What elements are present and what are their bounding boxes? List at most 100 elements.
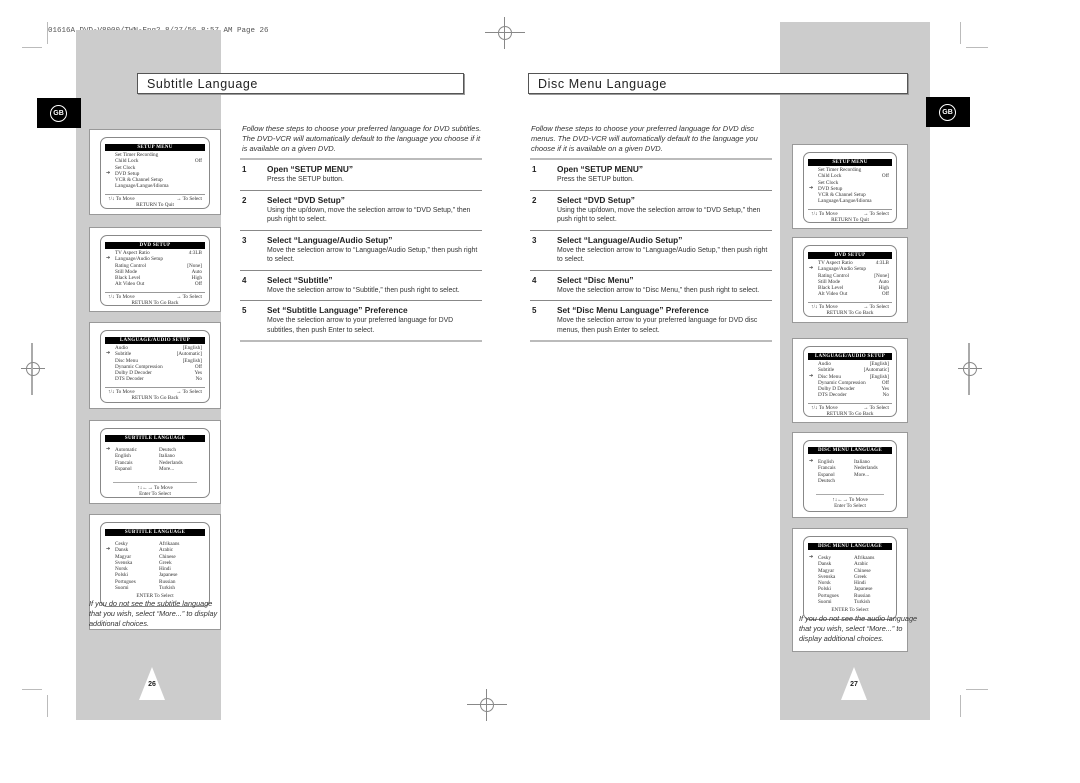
select-hint: → To Select bbox=[176, 293, 202, 300]
menu-row-value: Off bbox=[881, 291, 889, 298]
step-number: 3 bbox=[242, 235, 247, 245]
steps-list: 1 Open “SETUP MENU” Press the SETUP button… bbox=[530, 158, 772, 342]
screenshot-card: DVD SETUPTV Aspect Ratio4:3LBLanguage/Au… bbox=[89, 227, 221, 312]
step-number: 4 bbox=[242, 275, 247, 285]
screen-title: DVD SETUP bbox=[808, 252, 892, 259]
registration-crosshair-icon bbox=[950, 343, 990, 395]
step-body: Using the up/down, move the selection ar… bbox=[267, 206, 471, 224]
step-heading: Set “Disc Menu Language” Preference bbox=[557, 305, 709, 315]
tv-screen: DVD SETUPTV Aspect Ratio4:3LBLanguage/Au… bbox=[803, 245, 897, 317]
step-number: 4 bbox=[532, 275, 537, 285]
return-hint: RETURN To Quit bbox=[831, 217, 869, 224]
crop-mark bbox=[22, 47, 42, 48]
menu-row: DTS Decoder No bbox=[808, 392, 892, 398]
language-option: Turkish bbox=[854, 599, 870, 606]
return-hint: RETURN To Go Back bbox=[826, 310, 874, 317]
language-grid: CeskyAfrikaansDanskArabicMagyarChineseSv… bbox=[808, 551, 892, 607]
tv-screen: SUBTITLE LANGUAGECeskyAfrikaansDanskArab… bbox=[100, 522, 210, 607]
step-item: 4 Select “Subtitle” Move the selection arr… bbox=[240, 271, 482, 301]
step-number: 5 bbox=[242, 306, 247, 315]
divider bbox=[816, 494, 884, 496]
screen-footer: ↑/↓ To Move → To Select RETURN To Quit bbox=[105, 193, 205, 209]
crop-mark bbox=[22, 689, 42, 690]
language-option: Suomi bbox=[818, 599, 832, 606]
gb-icon: GB bbox=[939, 104, 956, 121]
language-grid: AutomaticDeutschEnglishItalianoFrancaisN… bbox=[105, 443, 205, 474]
step-number: 2 bbox=[532, 195, 537, 205]
crop-mark bbox=[960, 695, 961, 717]
menu-row-value: No bbox=[195, 376, 202, 383]
menu-row: Alt Video Out Off bbox=[105, 281, 205, 287]
registration-crosshair-icon bbox=[467, 685, 507, 725]
step-body: Press the SETUP button. bbox=[267, 176, 344, 183]
screen-title: SUBTITLE LANGUAGE bbox=[105, 435, 205, 442]
step-heading: Open “SETUP MENU” bbox=[557, 164, 644, 174]
step-heading: Select “Language/Audio Setup” bbox=[267, 234, 393, 245]
step-number: 1 bbox=[242, 165, 247, 174]
tv-screen: LANGUAGE/AUDIO SETUPAudio[English]Subtit… bbox=[803, 346, 897, 417]
menu-row-value: Off bbox=[194, 281, 202, 288]
screenshot-card: SETUP MENU Set Timer Recording Child Lock O… bbox=[792, 144, 908, 229]
move-hint: ↑/↓ To Move bbox=[108, 195, 135, 202]
screen-title: SUBTITLE LANGUAGE bbox=[105, 529, 205, 536]
tv-screen: SETUP MENU Set Timer Recording Child Lock O… bbox=[803, 152, 897, 223]
enter-hint: ENTER To Select bbox=[831, 607, 869, 614]
move-hint: ↑/↓ To Move bbox=[108, 388, 135, 395]
tv-screen: SUBTITLE LANGUAGEAutomaticDeutschEnglish… bbox=[100, 428, 210, 498]
return-hint: RETURN To Go Back bbox=[826, 411, 874, 418]
step-body: Move the selection arrow to “Disc Menu,”… bbox=[557, 286, 760, 294]
select-hint: → To Select bbox=[176, 195, 202, 202]
step-item: 3 Select “Language/Audio Setup” Move the s… bbox=[240, 231, 482, 271]
intro-text: Follow these steps to choose your prefer… bbox=[531, 124, 758, 153]
crop-mark bbox=[960, 22, 961, 44]
move-hint: ↑/↓ To Move bbox=[108, 293, 135, 300]
step-item: 1 Open “SETUP MENU” Press the SETUP button… bbox=[530, 160, 772, 191]
screen-title: DISC MENU LANGUAGE bbox=[808, 543, 892, 550]
step-heading: Set “Subtitle Language” Preference bbox=[267, 305, 408, 315]
intro-text: Follow these steps to choose your prefer… bbox=[242, 124, 482, 153]
language-option bbox=[854, 478, 890, 484]
step-number: 1 bbox=[532, 165, 537, 174]
step-item: 1 Open “SETUP MENU” Press the SETUP button… bbox=[240, 160, 482, 191]
page-title: Disc Menu Language bbox=[528, 73, 908, 94]
language-option: Turkish bbox=[159, 585, 175, 592]
menu-row-label: DTS Decoder bbox=[115, 376, 144, 383]
screen-footer: ↑/↓ To Move → To Select RETURN To Go Back bbox=[808, 301, 892, 317]
language-grid: EnglishItalianoFrancaisNederlandsEspanol… bbox=[808, 455, 892, 486]
step-body: Press the SETUP button. bbox=[557, 176, 634, 183]
caption-text: If you do not see the subtitle language … bbox=[89, 599, 218, 628]
menu-row-value: No bbox=[882, 392, 889, 399]
step-heading: Select “Disc Menu” bbox=[557, 274, 634, 285]
step-item: 4 Select “Disc Menu” Move the selection ar… bbox=[530, 271, 772, 301]
page-title: Subtitle Language bbox=[137, 73, 464, 94]
divider bbox=[113, 482, 197, 484]
language-badge: GB bbox=[37, 98, 81, 128]
step-body: Using the up/down, move the selection ar… bbox=[557, 206, 761, 224]
screenshot-card: LANGUAGE/AUDIO SETUPAudio[English]Subtit… bbox=[792, 338, 908, 423]
screen-title: DVD SETUP bbox=[105, 242, 205, 249]
step-body: Move the selection arrow to your preferr… bbox=[267, 317, 454, 334]
gb-icon: GB bbox=[50, 105, 67, 122]
step-body: Move the selection arrow to your preferr… bbox=[557, 317, 758, 334]
select-hint: → To Select bbox=[176, 388, 202, 395]
screenshot-card: DVD SETUPTV Aspect Ratio4:3LBLanguage/Au… bbox=[792, 237, 908, 323]
menu-row-label: Language/Langue/Idioma bbox=[818, 198, 872, 205]
tv-screen: LANGUAGE/AUDIO SETUPAudio[English]Subtit… bbox=[100, 330, 210, 403]
enter-hint: Enter To Select bbox=[139, 491, 171, 498]
step-number: 5 bbox=[532, 306, 537, 315]
menu-row-label: Alt Video Out bbox=[115, 281, 145, 288]
step-number: 2 bbox=[242, 195, 247, 205]
menu-row: DTS Decoder No bbox=[105, 376, 205, 382]
page-number: 26 bbox=[148, 681, 156, 688]
menu-row: Language/Langue/Idioma bbox=[808, 198, 892, 204]
screen-footer: ↑/↓ To Move → To Select RETURN To Go Back bbox=[105, 386, 205, 402]
step-item: 2 Select “DVD Setup” Using the up/down, mo… bbox=[240, 191, 482, 231]
language-option: More... bbox=[159, 465, 175, 472]
crop-mark bbox=[966, 47, 988, 48]
screen-title: SETUP MENU bbox=[105, 144, 205, 151]
return-hint: RETURN To Go Back bbox=[131, 395, 179, 402]
screen-footer: ↑/↓ To Move → To Select RETURN To Go Back bbox=[808, 402, 892, 418]
screen-title: LANGUAGE/AUDIO SETUP bbox=[808, 353, 892, 360]
tv-screen: DISC MENU LANGUAGECeskyAfrikaansDanskAra… bbox=[803, 536, 897, 620]
return-hint: RETURN To Quit bbox=[136, 202, 174, 209]
